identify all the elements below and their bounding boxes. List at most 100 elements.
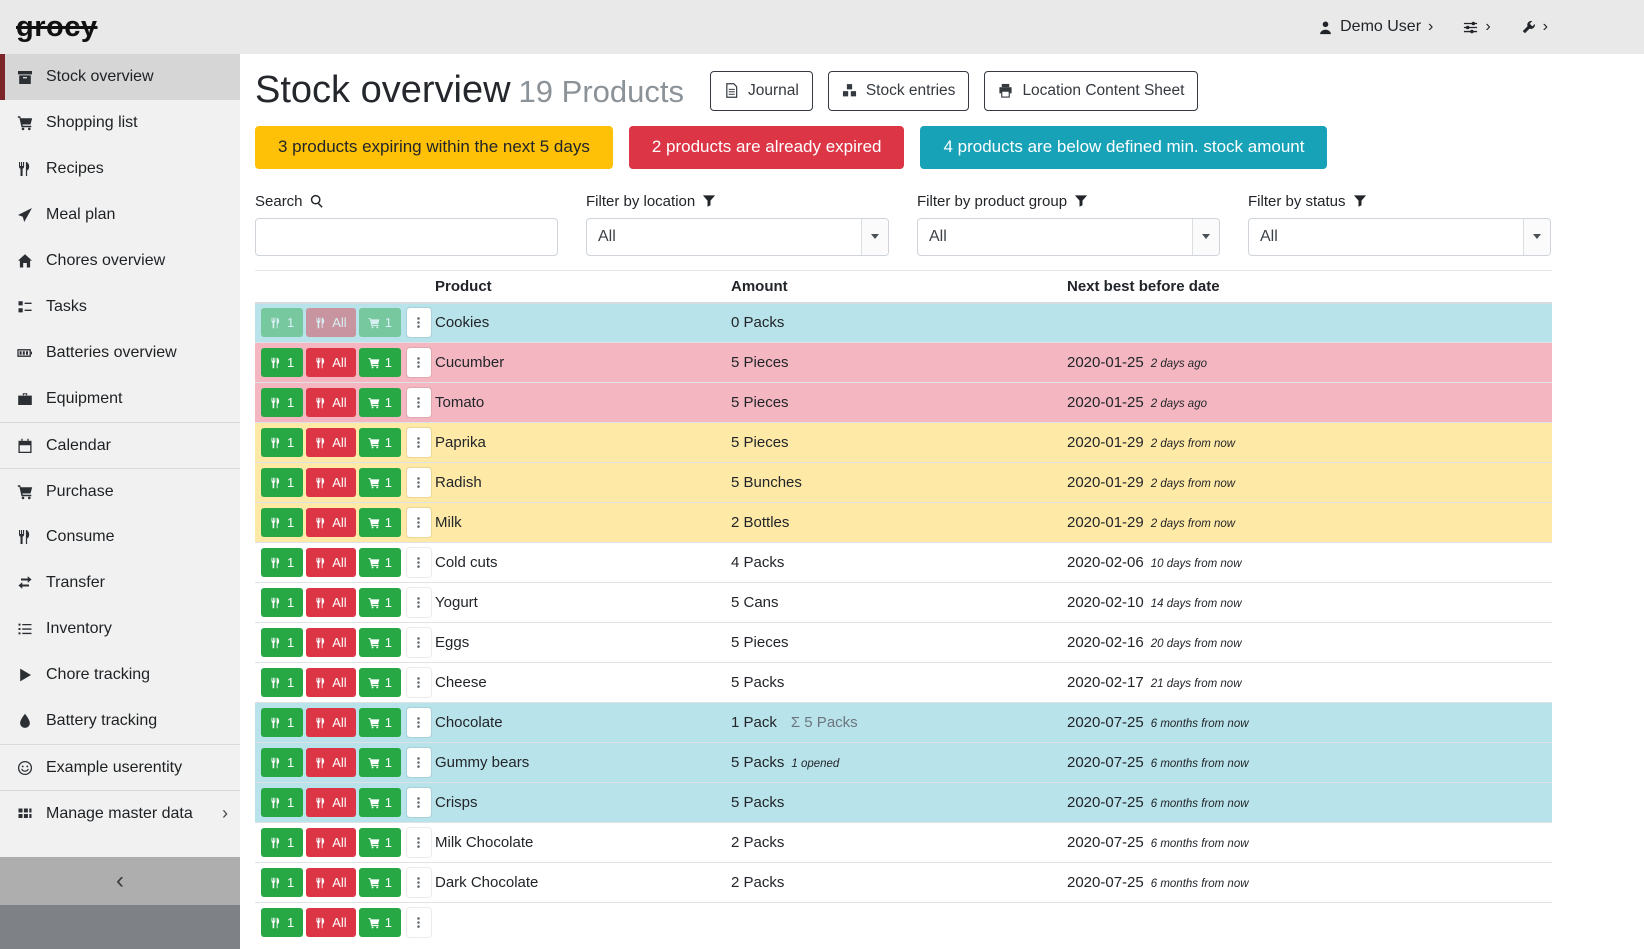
consume-all-button[interactable]: All — [306, 628, 355, 657]
user-menu[interactable]: Demo User› — [1318, 18, 1433, 36]
sidebar-item-consume[interactable]: Consume — [0, 514, 240, 560]
sidebar-item-calendar[interactable]: Calendar — [0, 422, 240, 468]
row-menu-button[interactable] — [407, 348, 431, 377]
row-menu-button[interactable] — [407, 468, 431, 497]
sidebar-item-purchase[interactable]: Purchase — [0, 468, 240, 514]
filter-by-location-select[interactable]: All — [586, 218, 889, 256]
consume-all-button[interactable]: All — [306, 508, 355, 537]
consume-all-button[interactable]: All — [306, 588, 355, 617]
consume-all-button[interactable]: All — [306, 548, 355, 577]
admin-menu[interactable]: › — [1521, 19, 1548, 35]
bbd-column-header[interactable]: Next best before date — [1059, 270, 1552, 303]
consume-one-button[interactable]: 1 — [261, 508, 303, 537]
consume-one-button[interactable]: 1 — [261, 908, 303, 937]
add-to-shopping-list-button[interactable]: 1 — [359, 508, 401, 537]
app-logo[interactable]: grocy — [16, 11, 97, 44]
row-menu-button[interactable] — [407, 908, 431, 937]
consume-all-button[interactable]: All — [306, 828, 355, 857]
row-menu-button[interactable] — [407, 428, 431, 457]
journal-button[interactable]: Journal — [710, 71, 813, 111]
sidebar-item-tasks[interactable]: Tasks — [0, 284, 240, 330]
consume-one-button[interactable]: 1 — [261, 708, 303, 737]
add-to-shopping-list-button[interactable]: 1 — [359, 428, 401, 457]
consume-one-button[interactable]: 1 — [261, 348, 303, 377]
consume-all-button[interactable]: All — [306, 908, 355, 937]
consume-one-button[interactable]: 1 — [261, 868, 303, 897]
row-menu-button[interactable] — [407, 508, 431, 537]
consume-all-button[interactable]: All — [306, 788, 355, 817]
add-to-shopping-list-button[interactable]: 1 — [359, 748, 401, 777]
consume-one-button[interactable]: 1 — [261, 308, 303, 337]
alert-info[interactable]: 4 products are below defined min. stock … — [920, 126, 1327, 169]
consume-all-button[interactable]: All — [306, 428, 355, 457]
product-column-header[interactable]: Product — [427, 270, 723, 303]
sidebar-item-shopping-list[interactable]: Shopping list — [0, 100, 240, 146]
add-to-shopping-list-button[interactable]: 1 — [359, 468, 401, 497]
row-menu-button[interactable] — [407, 868, 431, 897]
filter-by-status-select[interactable]: All — [1248, 218, 1551, 256]
search-input[interactable] — [255, 218, 558, 256]
consume-all-button[interactable]: All — [306, 388, 355, 417]
add-to-shopping-list-button[interactable]: 1 — [359, 588, 401, 617]
consume-one-button[interactable]: 1 — [261, 788, 303, 817]
add-to-shopping-list-button[interactable]: 1 — [359, 908, 401, 937]
add-to-shopping-list-button[interactable]: 1 — [359, 868, 401, 897]
consume-all-button[interactable]: All — [306, 708, 355, 737]
sidebar-item-inventory[interactable]: Inventory — [0, 606, 240, 652]
consume-all-button[interactable]: All — [306, 348, 355, 377]
row-menu-button[interactable] — [407, 708, 431, 737]
date-value: 2020-01-25 — [1067, 394, 1144, 411]
row-menu-button[interactable] — [407, 388, 431, 417]
location-content-sheet-button[interactable]: Location Content Sheet — [984, 71, 1198, 111]
consume-one-button[interactable]: 1 — [261, 428, 303, 457]
amount-column-header[interactable]: Amount — [723, 270, 1059, 303]
consume-one-button[interactable]: 1 — [261, 668, 303, 697]
row-menu-button[interactable] — [407, 668, 431, 697]
sidebar-item-chore-tracking[interactable]: Chore tracking — [0, 652, 240, 698]
add-to-shopping-list-button[interactable]: 1 — [359, 828, 401, 857]
consume-all-button[interactable]: All — [306, 668, 355, 697]
sidebar-item-stock-overview[interactable]: Stock overview — [0, 54, 240, 100]
sidebar-item-transfer[interactable]: Transfer — [0, 560, 240, 606]
consume-one-button[interactable]: 1 — [261, 548, 303, 577]
consume-all-button[interactable]: All — [306, 748, 355, 777]
consume-one-button[interactable]: 1 — [261, 588, 303, 617]
add-to-shopping-list-button[interactable]: 1 — [359, 628, 401, 657]
row-menu-button[interactable] — [407, 828, 431, 857]
row-menu-button[interactable] — [407, 628, 431, 657]
sidebar-item-meal-plan[interactable]: Meal plan — [0, 192, 240, 238]
consume-one-button[interactable]: 1 — [261, 468, 303, 497]
settings-menu[interactable]: › — [1463, 19, 1490, 35]
row-menu-button[interactable] — [407, 588, 431, 617]
sidebar-item-recipes[interactable]: Recipes — [0, 146, 240, 192]
add-to-shopping-list-button[interactable]: 1 — [359, 348, 401, 377]
sidebar-item-example-userentity[interactable]: Example userentity — [0, 744, 240, 790]
sidebar-item-equipment[interactable]: Equipment — [0, 376, 240, 422]
alert-danger[interactable]: 2 products are already expired — [629, 126, 905, 169]
sidebar-item-manage-master-data[interactable]: Manage master data› — [0, 790, 240, 836]
sidebar-collapse-button[interactable]: ‹ — [0, 857, 240, 905]
sidebar-item-chores-overview[interactable]: Chores overview — [0, 238, 240, 284]
consume-one-button[interactable]: 1 — [261, 628, 303, 657]
add-to-shopping-list-button[interactable]: 1 — [359, 548, 401, 577]
add-to-shopping-list-button[interactable]: 1 — [359, 388, 401, 417]
consume-all-button[interactable]: All — [306, 468, 355, 497]
filter-by-product-group-select[interactable]: All — [917, 218, 1220, 256]
consume-all-button[interactable]: All — [306, 308, 355, 337]
row-menu-button[interactable] — [407, 548, 431, 577]
alert-warning[interactable]: 3 products expiring within the next 5 da… — [255, 126, 613, 169]
sidebar-item-battery-tracking[interactable]: Battery tracking — [0, 698, 240, 744]
add-to-shopping-list-button[interactable]: 1 — [359, 668, 401, 697]
consume-one-button[interactable]: 1 — [261, 388, 303, 417]
row-menu-button[interactable] — [407, 308, 431, 337]
row-menu-button[interactable] — [407, 788, 431, 817]
consume-all-button[interactable]: All — [306, 868, 355, 897]
consume-one-button[interactable]: 1 — [261, 748, 303, 777]
consume-one-button[interactable]: 1 — [261, 828, 303, 857]
row-menu-button[interactable] — [407, 748, 431, 777]
add-to-shopping-list-button[interactable]: 1 — [359, 788, 401, 817]
add-to-shopping-list-button[interactable]: 1 — [359, 308, 401, 337]
add-to-shopping-list-button[interactable]: 1 — [359, 708, 401, 737]
stock-entries-button[interactable]: Stock entries — [828, 71, 970, 111]
sidebar-item-batteries-overview[interactable]: Batteries overview — [0, 330, 240, 376]
